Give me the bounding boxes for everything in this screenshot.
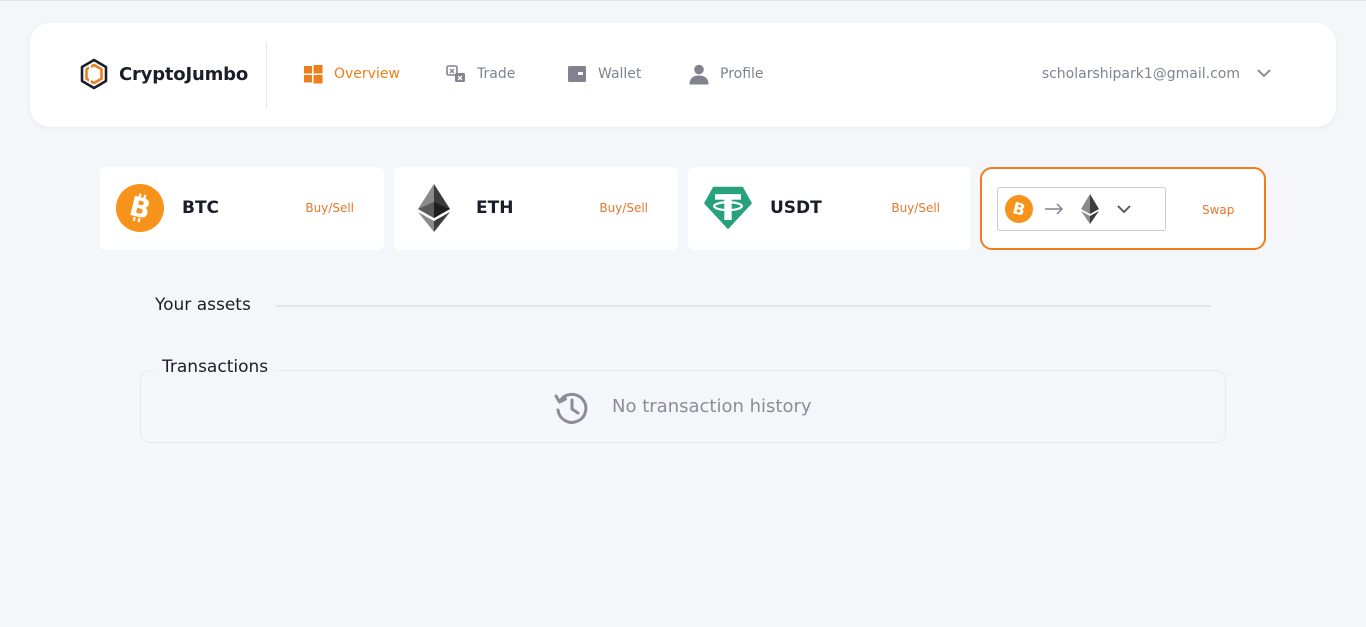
wallet-icon (568, 66, 586, 82)
header-divider (266, 42, 267, 108)
nav-overview-label: Overview (334, 66, 400, 82)
cube-logo-icon (80, 58, 108, 90)
bitcoin-icon: B (1005, 195, 1033, 223)
coin-symbol: USDT (770, 198, 822, 218)
swap-pair-select[interactable]: B (997, 187, 1166, 231)
empty-state-text: No transaction history (612, 396, 812, 417)
transactions-heading: Transactions (155, 357, 276, 377)
buy-sell-button[interactable]: Buy/Sell (891, 201, 940, 215)
coin-card-eth: ETH Buy/Sell (394, 167, 678, 250)
tether-icon (704, 186, 752, 230)
coin-card-btc: B BTC Buy/Sell (100, 167, 384, 250)
windows-grid-icon (304, 65, 323, 84)
exchange-icon (446, 65, 465, 82)
nav-overview[interactable]: Overview (302, 63, 400, 85)
buy-sell-button[interactable]: Buy/Sell (599, 201, 648, 215)
history-icon (554, 392, 588, 424)
top-border (0, 0, 1366, 3)
top-navbar: CryptoJumbo Overview Trade Wallet Profil… (30, 23, 1336, 127)
swap-card: B Swap (980, 167, 1266, 250)
buy-sell-button[interactable]: Buy/Sell (305, 201, 354, 215)
chevron-down-icon[interactable] (1256, 65, 1272, 81)
nav-wallet[interactable]: Wallet (566, 63, 641, 85)
arrow-right-icon (1045, 203, 1064, 215)
nav-wallet-label: Wallet (598, 66, 642, 82)
assets-divider (276, 305, 1211, 307)
nav-profile-label: Profile (720, 66, 764, 82)
coin-card-usdt: USDT Buy/Sell (688, 167, 970, 250)
nav-trade[interactable]: Trade (445, 63, 515, 85)
brand-logo[interactable]: CryptoJumbo (78, 58, 248, 90)
brand-name: CryptoJumbo (119, 63, 248, 85)
swap-button[interactable]: Swap (1202, 203, 1234, 217)
bitcoin-icon: B (116, 184, 164, 232)
assets-heading: Your assets (155, 295, 251, 315)
coin-symbol: ETH (476, 198, 514, 218)
ethereum-icon (418, 184, 450, 232)
user-icon (689, 64, 709, 85)
ethereum-icon (1081, 194, 1099, 224)
nav-profile[interactable]: Profile (688, 63, 764, 85)
coin-symbol: BTC (182, 198, 220, 218)
chevron-down-icon (1117, 205, 1131, 214)
nav-trade-label: Trade (477, 66, 516, 82)
user-email[interactable]: scholarshipark1@gmail.com (1042, 66, 1240, 82)
